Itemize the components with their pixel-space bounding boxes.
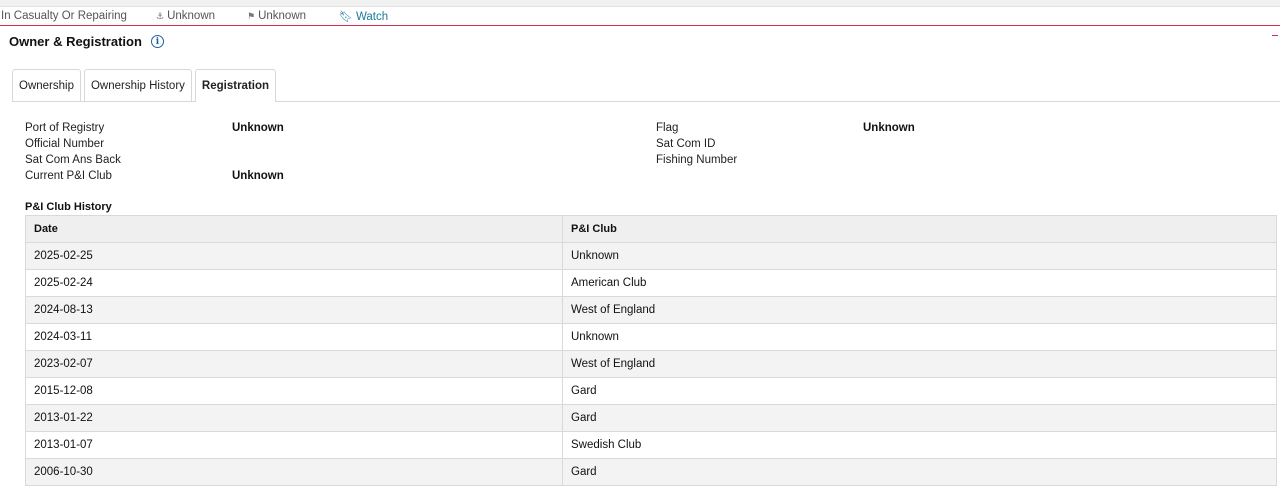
field-flag: Flag Unknown xyxy=(656,120,915,136)
registration-fields-left: Port of Registry Unknown Official Number… xyxy=(25,120,284,184)
field-fishing-number: Fishing Number xyxy=(656,152,915,168)
table-row: 2024-08-13 West of England xyxy=(25,296,1277,324)
field-sat-com-id: Sat Com ID xyxy=(656,136,915,152)
flag-status-text: Unknown xyxy=(258,10,307,22)
table-row: 2013-01-22 Gard xyxy=(25,404,1277,432)
field-port-of-registry: Port of Registry Unknown xyxy=(25,120,284,136)
cell-pi-club: Unknown xyxy=(562,323,1277,351)
pi-history-title: P&I Club History xyxy=(25,201,112,213)
field-value: Unknown xyxy=(863,122,915,134)
cell-pi-club: American Club xyxy=(562,269,1277,297)
tab-ownership-history[interactable]: Ownership History xyxy=(83,69,192,102)
section-title: Owner & Registration xyxy=(9,34,142,49)
flag-icon: ⚑ xyxy=(247,10,256,21)
anchor-status: ⚓ Unknown xyxy=(156,10,215,22)
tab-ownership[interactable]: Ownership xyxy=(12,69,81,102)
field-value: Unknown xyxy=(232,170,284,182)
vessel-status: In Casualty Or Repairing xyxy=(1,10,127,22)
table-row: 2023-02-07 West of England xyxy=(25,350,1277,378)
table-row: 2006-10-30 Gard xyxy=(25,458,1277,486)
anchor-status-text: Unknown xyxy=(167,10,216,22)
section-divider xyxy=(0,25,1280,26)
tab-bar: Ownership Ownership History Registration xyxy=(12,69,279,102)
anchor-icon: ⚓ xyxy=(156,10,165,21)
collapse-handle[interactable] xyxy=(1272,35,1278,36)
field-official-number: Official Number xyxy=(25,136,284,152)
pi-history-table: Date P&I Club 2025-02-25 Unknown 2025-02… xyxy=(25,215,1277,486)
cell-pi-club: Gard xyxy=(562,458,1277,486)
flag-status: ⚑ Unknown xyxy=(247,10,306,22)
column-header-date[interactable]: Date xyxy=(25,215,563,243)
field-label: Flag xyxy=(656,122,679,134)
field-sat-com-ans-back: Sat Com Ans Back xyxy=(25,152,284,168)
cell-pi-club: Gard xyxy=(562,404,1277,432)
tab-registration[interactable]: Registration xyxy=(194,69,277,102)
top-strip xyxy=(0,0,1280,7)
cell-date: 2015-12-08 xyxy=(25,377,563,405)
cell-date: 2013-01-22 xyxy=(25,404,563,432)
table-row: 2025-02-25 Unknown xyxy=(25,242,1277,270)
bookmark-icon: 🔖︎ xyxy=(339,11,353,23)
field-label: Current P&I Club xyxy=(25,170,112,182)
registration-fields-right: Flag Unknown Sat Com ID Fishing Number xyxy=(656,120,915,168)
cell-date: 2024-03-11 xyxy=(25,323,563,351)
table-row: 2013-01-07 Swedish Club xyxy=(25,431,1277,459)
cell-pi-club: Gard xyxy=(562,377,1277,405)
cell-date: 2025-02-24 xyxy=(25,269,563,297)
cell-pi-club: Swedish Club xyxy=(562,431,1277,459)
cell-pi-club: West of England xyxy=(562,296,1277,324)
field-label: Official Number xyxy=(25,138,105,150)
field-label: Port of Registry xyxy=(25,122,105,134)
field-value: Unknown xyxy=(232,122,284,134)
table-row: 2015-12-08 Gard xyxy=(25,377,1277,405)
table-row: 2025-02-24 American Club xyxy=(25,269,1277,297)
column-header-pi-club[interactable]: P&I Club xyxy=(562,215,1277,243)
field-label: Fishing Number xyxy=(656,154,738,166)
cell-date: 2006-10-30 xyxy=(25,458,563,486)
info-icon[interactable]: i xyxy=(150,35,164,48)
cell-date: 2025-02-25 xyxy=(25,242,563,270)
vessel-status-bar: In Casualty Or Repairing ⚓ Unknown ⚑ Unk… xyxy=(0,8,1280,25)
cell-pi-club: Unknown xyxy=(562,242,1277,270)
cell-date: 2013-01-07 xyxy=(25,431,563,459)
cell-date: 2024-08-13 xyxy=(25,296,563,324)
watch-label: Watch xyxy=(355,10,389,23)
section-header: Owner & Registration i xyxy=(9,34,164,49)
cell-pi-club: West of England xyxy=(562,350,1277,378)
field-label: Sat Com Ans Back xyxy=(25,154,121,166)
table-header-row: Date P&I Club xyxy=(25,215,1277,243)
field-current-pi-club: Current P&I Club Unknown xyxy=(25,168,284,184)
watch-button[interactable]: 🔖︎ Watch xyxy=(339,10,389,24)
table-row: 2024-03-11 Unknown xyxy=(25,323,1277,351)
cell-date: 2023-02-07 xyxy=(25,350,563,378)
field-label: Sat Com ID xyxy=(656,138,716,150)
